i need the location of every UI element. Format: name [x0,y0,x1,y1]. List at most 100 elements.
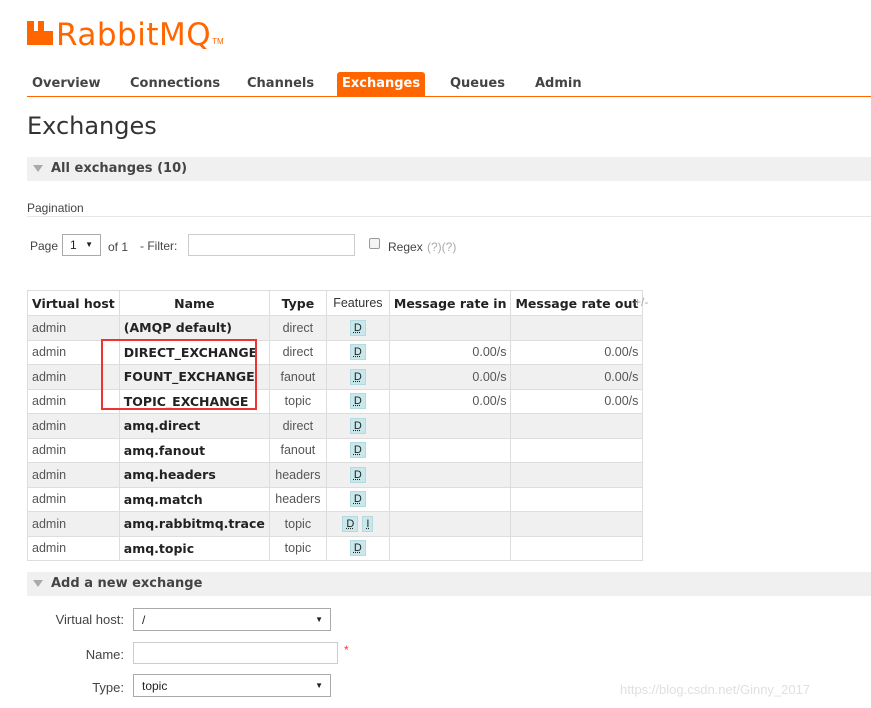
durable-badge: D [349,417,366,434]
column-toggle-link[interactable]: +/- [634,295,648,309]
cell-features: D [325,437,390,463]
cell-type: topic [268,535,327,561]
col-type: Type [268,290,327,316]
tab-connections[interactable]: Connections [125,72,225,96]
add-exchange-header: Add a new exchange [51,576,203,591]
cell-rate-in [388,511,512,537]
cell-features: D [325,315,390,341]
pagination-divider [27,216,871,217]
exchange-name-link[interactable]: amq.headers [118,462,270,488]
type-select[interactable]: topic ▼ [133,674,331,697]
page-select-value: 1 [70,238,77,252]
tab-exchanges[interactable]: Exchanges [337,72,426,96]
cell-type: headers [268,486,327,512]
page-select[interactable]: 1 ▼ [62,234,101,256]
cell-features: D [325,462,390,488]
table-row: admin FOUNT_EXCHANGE fanout D 0.00/s 0.0… [27,364,644,390]
cell-type: topic [268,511,327,537]
regex-checkbox[interactable] [369,238,380,249]
durable-badge: D [342,515,359,532]
table-row: admin amq.fanout fanout D [27,437,644,463]
exchange-name-link[interactable]: amq.fanout [118,437,270,463]
exchange-name-link[interactable]: amq.rabbitmq.trace [118,511,270,537]
regex-label: Regex [388,240,423,254]
cell-rate-out: 0.00/s [510,364,644,390]
tab-channels[interactable]: Channels [242,72,319,96]
cell-features: DI [325,511,390,537]
add-exchange-toggle[interactable]: Add a new exchange [27,572,871,596]
tab-admin[interactable]: Admin [530,72,587,96]
filter-input[interactable] [188,234,355,256]
vhost-label: Virtual host: [55,612,124,627]
cell-rate-in [388,413,512,439]
rabbitmq-logo: RabbitMQ TM [27,14,224,53]
dropdown-arrow-icon: ▼ [85,240,93,249]
dropdown-arrow-icon: ▼ [315,615,323,624]
exchange-name-link[interactable]: (AMQP default) [118,315,270,341]
durable-badge: D [349,368,366,385]
tab-queues[interactable]: Queues [445,72,510,96]
dropdown-arrow-icon: ▼ [315,681,323,690]
cell-vhost: admin [27,413,120,439]
watermark: https://blog.csdn.net/Ginny_2017 [620,682,811,697]
cell-vhost: admin [27,486,120,512]
cell-vhost: admin [27,339,120,365]
table-row: admin amq.rabbitmq.trace topic DI [27,511,644,537]
type-select-value: topic [142,679,168,693]
vhost-select[interactable]: / ▼ [133,608,331,631]
cell-features: D [325,388,390,414]
cell-rate-in [388,535,512,561]
rabbitmq-logo-icon [27,21,53,45]
collapse-triangle-icon [33,165,43,172]
internal-badge: I [362,515,374,532]
tab-overview[interactable]: Overview [27,72,106,96]
cell-rate-in: 0.00/s [388,364,512,390]
table-row: admin (AMQP default) direct D [27,315,644,341]
main-nav: Overview Connections Channels Exchanges … [27,72,871,97]
exchange-name-link[interactable]: amq.match [118,486,270,512]
cell-rate-in [388,315,512,341]
cell-vhost: admin [27,511,120,537]
table-row: admin amq.headers headers D [27,462,644,488]
all-exchanges-toggle[interactable]: All exchanges (10) [27,157,871,181]
col-rate-in: Message rate in [388,290,512,316]
cell-type: direct [268,339,327,365]
exchanges-table: Virtual host Name Type Features Message … [27,290,644,561]
exchange-name-link[interactable]: amq.direct [118,413,270,439]
vhost-select-value: / [142,613,146,627]
exchange-name-link[interactable]: TOPIC_EXCHANGE [118,388,270,414]
exchange-name-link[interactable]: amq.topic [118,535,270,561]
table-row: admin amq.direct direct D [27,413,644,439]
exchange-name-link[interactable]: DIRECT_EXCHANGE [118,339,270,365]
table-row: admin amq.topic topic D [27,535,644,561]
cell-rate-out [510,437,644,463]
page-title: Exchanges [27,112,157,140]
cell-rate-out [510,486,644,512]
regex-help-link[interactable]: (?)(?) [427,240,456,254]
all-exchanges-header: All exchanges (10) [51,161,188,176]
cell-rate-in: 0.00/s [388,388,512,414]
cell-rate-in: 0.00/s [388,339,512,365]
table-row: admin DIRECT_EXCHANGE direct D 0.00/s 0.… [27,339,644,365]
durable-badge: D [349,540,366,557]
cell-features: D [325,339,390,365]
exchange-name-input[interactable] [133,642,338,664]
cell-rate-out: 0.00/s [510,388,644,414]
durable-badge: D [349,466,366,483]
cell-features: D [325,364,390,390]
cell-vhost: admin [27,364,120,390]
cell-rate-out [510,511,644,537]
type-label: Type: [92,680,124,695]
durable-badge: D [349,393,366,410]
pagination-label: Pagination [27,201,84,215]
page-label: Page [30,239,59,253]
required-marker: * [344,643,349,657]
cell-rate-in [388,437,512,463]
exchange-name-link[interactable]: FOUNT_EXCHANGE [118,364,270,390]
col-name: Name [118,290,270,316]
durable-badge: D [349,319,366,336]
col-virtual-host: Virtual host [27,290,120,316]
brand-name: RabbitMQ [56,17,212,53]
durable-badge: D [349,344,366,361]
cell-rate-out [510,535,644,561]
